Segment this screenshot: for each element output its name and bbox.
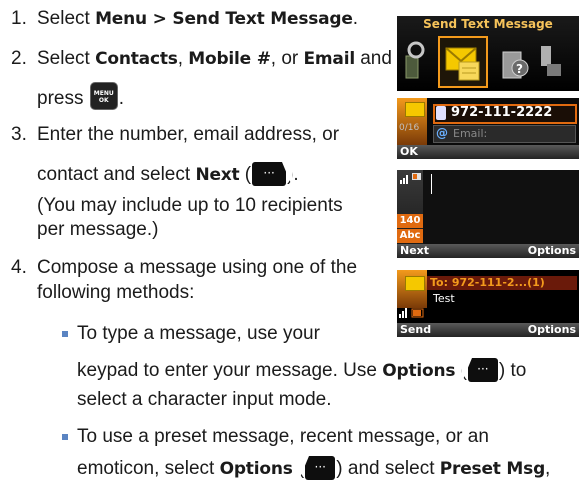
phone-screen-send: To: 972-111-2...(1) Test Send Options xyxy=(397,270,579,337)
step-text: keypad to enter your message. Use xyxy=(77,360,383,381)
step-bold-text: Next xyxy=(195,165,240,185)
step-bold-text: Email xyxy=(303,49,356,69)
right-soft-key-icon: ··· xyxy=(461,358,498,382)
to-recipient: To: 972-111-2...(1) xyxy=(430,276,545,289)
signal-battery-icon xyxy=(399,308,424,318)
step-text: . xyxy=(352,8,359,29)
step-3-line-4: per message.) xyxy=(37,219,159,240)
soft-key-shape xyxy=(461,358,472,382)
right-soft-key-icon: ··· xyxy=(299,456,336,480)
soft-key-left: Next xyxy=(400,244,430,257)
step-text: ( xyxy=(239,164,252,185)
step-bold-text: Options xyxy=(219,459,293,479)
soft-key-bar: Next Options xyxy=(397,244,579,258)
soft-key-shape xyxy=(282,162,293,186)
phone-screen-recipients: 0/16 972-111-2222 @ Email: OK xyxy=(397,98,579,159)
bullet-2-line-1: To use a preset message, recent message,… xyxy=(77,426,489,447)
char-counter: 0/16 xyxy=(399,123,420,133)
step-text: emoticon, select xyxy=(77,458,220,479)
step-3-line-2: contact and select Next (···). xyxy=(37,162,299,187)
soft-key-left: Send xyxy=(400,323,432,336)
soft-key-shape xyxy=(299,456,310,480)
step-4-line-2: following methods: xyxy=(37,282,195,303)
step-bold-text: Menu > Send Text Message xyxy=(95,9,353,29)
step-number: 1. xyxy=(11,8,27,29)
message-envelope-icon xyxy=(438,36,488,88)
mobile-phone-icon xyxy=(436,106,446,120)
input-mode: Abc xyxy=(397,229,423,243)
step-2-line-2: press MENU OK. xyxy=(37,82,124,111)
step-text: . xyxy=(118,88,125,109)
soft-key-left: OK xyxy=(400,145,418,158)
signal-battery-icon xyxy=(400,173,421,184)
step-text: Select xyxy=(37,8,96,29)
step-text: Select xyxy=(37,48,96,69)
message-area xyxy=(423,170,579,244)
step-text: ) to xyxy=(498,360,527,381)
recipient-number: 972-111-2222 xyxy=(451,105,553,120)
step-bold-text: Mobile # xyxy=(188,49,271,69)
step-text: press xyxy=(37,88,89,109)
step-text: and xyxy=(354,48,392,69)
menu-key-label: MENU xyxy=(93,90,114,97)
step-3-line-3: (You may include up to 10 recipients xyxy=(37,195,343,216)
help-icon: ? xyxy=(502,51,529,79)
email-placeholder: Email: xyxy=(453,127,488,140)
settings-person-icon xyxy=(541,46,561,76)
step-number: 4. xyxy=(11,257,27,278)
phone-screen-menu: Send Text Message ? xyxy=(397,16,579,91)
step-text: , or xyxy=(270,48,304,69)
bullet-1-line-1: To type a message, use your xyxy=(77,323,320,344)
bullet-marker xyxy=(62,331,68,337)
step-text: contact and select xyxy=(37,164,196,185)
left-soft-key-icon: ··· xyxy=(252,162,293,186)
soft-key-dots: ··· xyxy=(263,166,275,180)
step-1-text: Select Menu > Send Text Message. xyxy=(37,7,358,31)
soft-key-bar: Send Options xyxy=(397,323,579,337)
bullet-marker xyxy=(62,434,68,440)
menu-icons: ? xyxy=(405,36,561,88)
soft-key-bar: OK xyxy=(397,145,579,159)
contacts-search-icon xyxy=(405,41,425,79)
bullet-2-line-2: emoticon, select Options (···) and selec… xyxy=(77,456,550,481)
soft-key-dots: ··· xyxy=(477,362,489,376)
step-number: 3. xyxy=(11,124,27,145)
svg-text:?: ? xyxy=(516,62,523,76)
step-text: , xyxy=(545,458,551,479)
step-bold-text: Contacts xyxy=(95,49,178,69)
ok-key-label: OK xyxy=(98,97,109,104)
step-bold-text: Preset Msg xyxy=(439,459,546,479)
step-bold-text: Options xyxy=(382,361,456,381)
step-4-line-1: Compose a message using one of the xyxy=(37,257,358,278)
step-2-text: Select Contacts, Mobile #, or Email and xyxy=(37,47,392,71)
soft-key-right: Options xyxy=(527,323,576,336)
remaining-count: 140 xyxy=(397,214,423,228)
menu-ok-key-icon: MENU OK xyxy=(89,82,118,110)
phone-screen-compose: 140 Abc Next Options xyxy=(397,170,579,258)
soft-key-right: Options xyxy=(527,244,576,257)
envelope-icon xyxy=(405,276,425,291)
envelope-icon xyxy=(405,102,425,117)
bullet-1-line-3: select a character input mode. xyxy=(77,389,332,410)
screen-title: Send Text Message xyxy=(423,17,553,31)
soft-key-dots: ··· xyxy=(314,460,326,474)
step-text: , xyxy=(177,48,189,69)
text-cursor xyxy=(431,174,432,194)
step-3-line-1: Enter the number, email address, or xyxy=(37,124,340,145)
step-text: ) and select xyxy=(336,458,440,479)
message-text: Test xyxy=(433,292,455,305)
email-at-icon: @ xyxy=(436,126,448,140)
bullet-1-line-2: keypad to enter your message. Use Option… xyxy=(77,358,526,383)
step-number: 2. xyxy=(11,48,27,69)
